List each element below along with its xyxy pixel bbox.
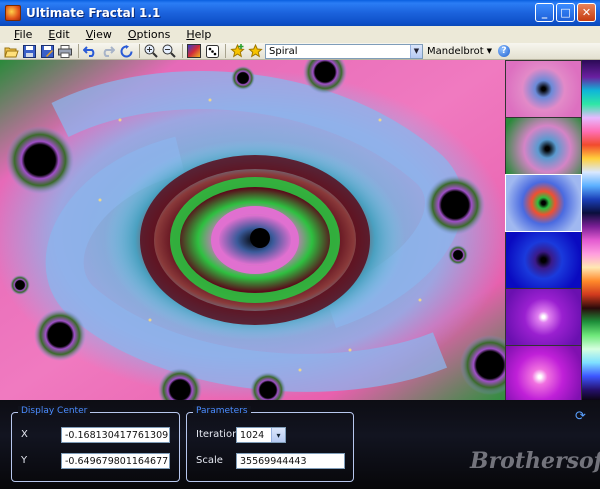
x-field[interactable]: -0.168130417761309 — [61, 427, 170, 443]
zoom-out-icon[interactable] — [161, 43, 177, 59]
window-title: Ultimate Fractal 1.1 — [26, 6, 161, 20]
menu-view[interactable]: View — [78, 28, 120, 41]
menu-file[interactable]: File — [6, 28, 40, 41]
reset-icon[interactable] — [118, 43, 134, 59]
toolbar-separator — [182, 44, 183, 58]
toolbar: Spiral ▼ Mandelbrot ▼ ? — [0, 43, 600, 60]
menu-bar: File Edit View Options Help — [0, 26, 600, 43]
iterations-dropdown[interactable]: 1024 ▾ — [236, 427, 286, 443]
chevron-down-icon[interactable]: ▾ — [271, 428, 285, 442]
y-field[interactable]: -0.649679801164677 — [61, 453, 170, 469]
minimize-button[interactable]: _ — [535, 3, 554, 22]
thumbnail-5[interactable] — [506, 289, 581, 345]
display-center-title: Display Center — [18, 406, 91, 416]
fractal-type-label: Mandelbrot — [427, 45, 484, 57]
toolbar-separator — [78, 44, 79, 58]
zoom-in-icon[interactable] — [143, 43, 159, 59]
y-label: Y — [21, 455, 28, 466]
help-icon[interactable]: ? — [498, 45, 511, 57]
save-as-icon[interactable] — [39, 43, 55, 59]
refresh-icon[interactable]: ⟳ — [575, 410, 589, 424]
maximize-button[interactable]: □ — [556, 3, 575, 22]
chevron-down-icon[interactable]: ▼ — [410, 44, 422, 58]
preset-thumbnails — [505, 60, 582, 402]
title-bar: Ultimate Fractal 1.1 _ □ ✕ — [0, 0, 600, 26]
favorites-add-icon[interactable] — [229, 43, 245, 59]
x-label: X — [21, 429, 28, 440]
favorites-icon[interactable] — [247, 43, 263, 59]
display-center-group: Display Center X -0.168130417761309 Y -0… — [11, 406, 180, 482]
toolbar-separator — [139, 44, 140, 58]
save-icon[interactable] — [21, 43, 37, 59]
fractal-canvas[interactable] — [0, 60, 505, 400]
close-button[interactable]: ✕ — [577, 3, 596, 22]
iterations-value: 1024 — [240, 429, 265, 441]
app-icon — [5, 5, 21, 21]
open-icon[interactable] — [3, 43, 19, 59]
color-palette-strip[interactable] — [582, 60, 600, 400]
thumbnail-1[interactable] — [506, 61, 581, 117]
thumbnail-6[interactable] — [506, 346, 581, 402]
parameters-group: Parameters Iterations 1024 ▾ Scale 35569… — [186, 406, 354, 482]
menu-options[interactable]: Options — [120, 28, 178, 41]
thumbnail-4[interactable] — [506, 232, 581, 288]
thumbnail-3[interactable] — [505, 174, 582, 232]
fractal-type-dropdown[interactable]: Mandelbrot ▼ — [427, 46, 492, 57]
parameters-title: Parameters — [193, 406, 251, 416]
preset-dropdown[interactable]: Spiral ▼ — [265, 43, 423, 59]
menu-help[interactable]: Help — [178, 28, 219, 41]
toolbar-separator — [225, 44, 226, 58]
chevron-down-icon: ▼ — [486, 47, 493, 55]
watermark-logo: Brothersoft — [470, 448, 600, 474]
preset-value: Spiral — [269, 45, 298, 57]
thumbnail-2[interactable] — [506, 118, 581, 174]
scale-label: Scale — [196, 455, 223, 466]
print-icon[interactable] — [57, 43, 73, 59]
color-palette-icon[interactable] — [186, 43, 202, 59]
random-icon[interactable] — [204, 43, 220, 59]
redo-icon[interactable] — [100, 43, 116, 59]
scale-field[interactable]: 35569944443 — [236, 453, 345, 469]
menu-edit[interactable]: Edit — [40, 28, 77, 41]
undo-icon[interactable] — [82, 43, 98, 59]
